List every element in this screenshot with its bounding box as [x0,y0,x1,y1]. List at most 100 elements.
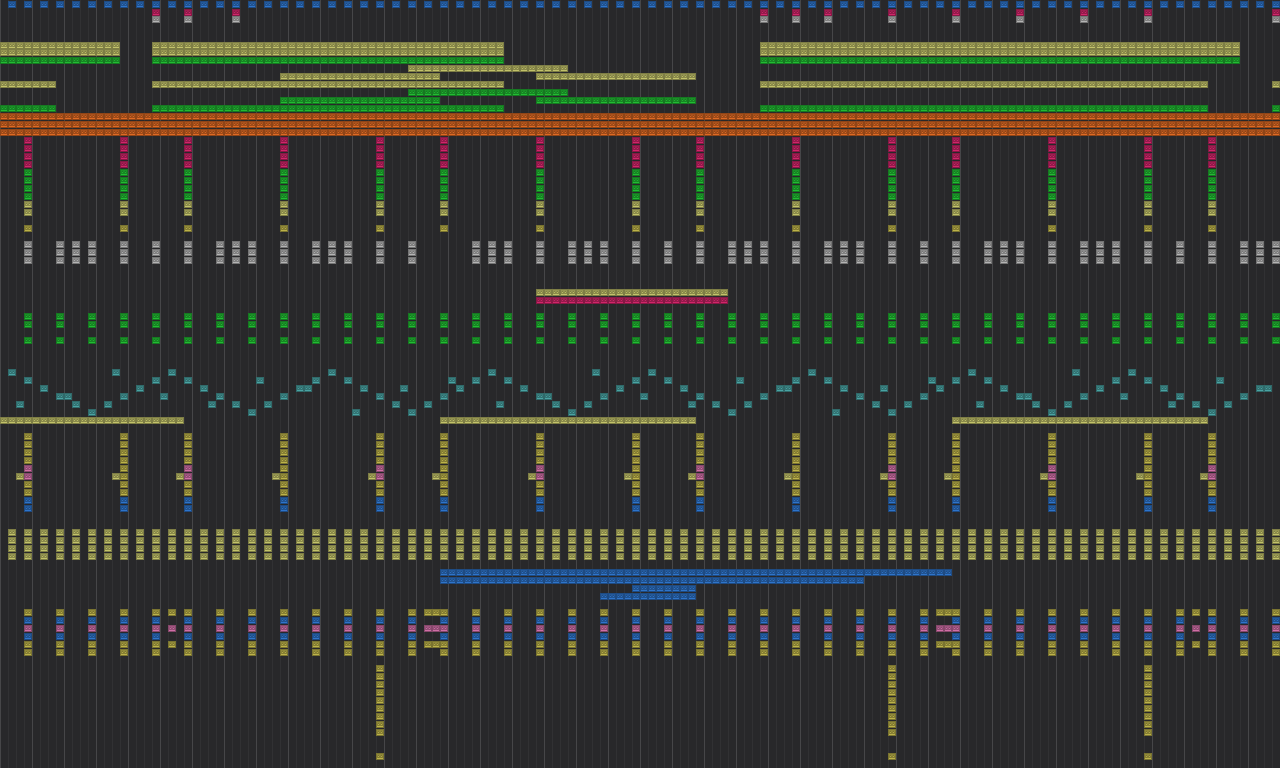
note-cell[interactable]: 88 [472,609,480,616]
note-cell[interactable]: 88 [1016,57,1024,64]
note-cell[interactable]: 88 [440,145,448,152]
note-cell[interactable]: 88 [1152,105,1160,112]
note-cell[interactable]: 88 [624,97,632,104]
note-cell[interactable]: 88 [664,633,672,640]
note-cell[interactable]: 88 [720,569,728,576]
note-cell[interactable]: 88 [32,113,40,120]
note-cell[interactable]: 88 [1208,625,1216,632]
note-cell[interactable]: 88 [1264,385,1272,392]
note-cell[interactable]: 88 [1144,473,1152,480]
note-cell[interactable]: 88 [888,313,896,320]
note-cell[interactable]: 88 [152,121,160,128]
note-cell[interactable]: 88 [728,553,736,560]
note-cell[interactable]: 88 [432,473,440,480]
note-cell[interactable]: 88 [984,42,992,49]
note-cell[interactable]: 88 [1152,129,1160,136]
note-cell[interactable]: 88 [632,153,640,160]
note-cell[interactable]: 88 [376,257,384,264]
note-cell[interactable]: 88 [672,129,680,136]
note-cell[interactable]: 88 [368,42,376,49]
note-cell[interactable]: 88 [1088,113,1096,120]
note-cell[interactable]: 88 [392,49,400,56]
note-cell[interactable]: 88 [88,249,96,256]
note-cell[interactable]: 88 [984,625,992,632]
note-cell[interactable]: 88 [312,113,320,120]
note-cell[interactable]: 88 [904,569,912,576]
note-cell[interactable]: 88 [1032,545,1040,552]
note-cell[interactable]: 88 [136,129,144,136]
note-cell[interactable]: 88 [544,73,552,80]
note-cell[interactable]: 88 [792,497,800,504]
note-cell[interactable]: 88 [40,385,48,392]
note-cell[interactable]: 88 [24,201,32,208]
note-cell[interactable]: 88 [968,369,976,376]
note-cell[interactable]: 88 [1016,545,1024,552]
note-cell[interactable]: 88 [24,121,32,128]
note-cell[interactable]: 88 [400,73,408,80]
note-cell[interactable]: 88 [1048,201,1056,208]
note-cell[interactable]: 88 [984,249,992,256]
note-cell[interactable]: 88 [624,417,632,424]
note-cell[interactable]: 88 [408,49,416,56]
note-cell[interactable]: 88 [744,121,752,128]
note-cell[interactable]: 88 [760,337,768,344]
note-cell[interactable]: 88 [1016,529,1024,536]
note-cell[interactable]: 88 [920,545,928,552]
note-cell[interactable]: 88 [216,241,224,248]
note-cell[interactable]: 88 [168,81,176,88]
note-cell[interactable]: 88 [544,121,552,128]
note-cell[interactable]: 88 [184,465,192,472]
note-cell[interactable]: 88 [1176,625,1184,632]
note-cell[interactable]: 88 [504,89,512,96]
note-cell[interactable]: 88 [392,81,400,88]
note-cell[interactable]: 88 [528,577,536,584]
note-cell[interactable]: 88 [304,129,312,136]
note-cell[interactable]: 88 [568,409,576,416]
note-cell[interactable]: 88 [480,569,488,576]
note-cell[interactable]: 88 [224,129,232,136]
note-cell[interactable]: 88 [920,609,928,616]
note-cell[interactable]: 88 [536,137,544,144]
note-cell[interactable]: 88 [944,569,952,576]
note-cell[interactable]: 88 [952,465,960,472]
note-cell[interactable]: 88 [952,417,960,424]
note-cell[interactable]: 88 [248,241,256,248]
note-cell[interactable]: 88 [1064,57,1072,64]
note-cell[interactable]: 88 [824,81,832,88]
note-cell[interactable]: 88 [240,105,248,112]
note-cell[interactable]: 88 [760,553,768,560]
note-cell[interactable]: 88 [184,537,192,544]
note-cell[interactable]: 88 [680,385,688,392]
note-cell[interactable]: 88 [952,609,960,616]
note-cell[interactable]: 88 [216,57,224,64]
note-cell[interactable]: 88 [1112,113,1120,120]
note-cell[interactable]: 88 [600,257,608,264]
note-cell[interactable]: 88 [440,449,448,456]
note-cell[interactable]: 88 [664,313,672,320]
note-cell[interactable]: 88 [696,545,704,552]
note-cell[interactable]: 88 [1144,129,1152,136]
note-cell[interactable]: 88 [728,337,736,344]
note-cell[interactable]: 88 [368,121,376,128]
note-cell[interactable]: 88 [440,457,448,464]
note-cell[interactable]: 88 [104,529,112,536]
note-cell[interactable]: 88 [24,481,32,488]
note-cell[interactable]: 88 [696,553,704,560]
note-cell[interactable]: 88 [696,609,704,616]
note-cell[interactable]: 88 [1112,105,1120,112]
note-cell[interactable]: 88 [416,49,424,56]
note-cell[interactable]: 88 [712,289,720,296]
note-cell[interactable]: 88 [1048,609,1056,616]
note-cell[interactable]: 88 [272,57,280,64]
note-cell[interactable]: 88 [632,121,640,128]
note-cell[interactable]: 88 [872,81,880,88]
note-cell[interactable]: 88 [464,113,472,120]
note-cell[interactable]: 88 [280,465,288,472]
note-cell[interactable]: 88 [968,417,976,424]
note-cell[interactable]: 88 [32,129,40,136]
note-cell[interactable]: 88 [1240,617,1248,624]
note-cell[interactable]: 88 [768,57,776,64]
note-cell[interactable]: 88 [344,537,352,544]
note-cell[interactable]: 88 [1040,42,1048,49]
note-cell[interactable]: 88 [120,441,128,448]
